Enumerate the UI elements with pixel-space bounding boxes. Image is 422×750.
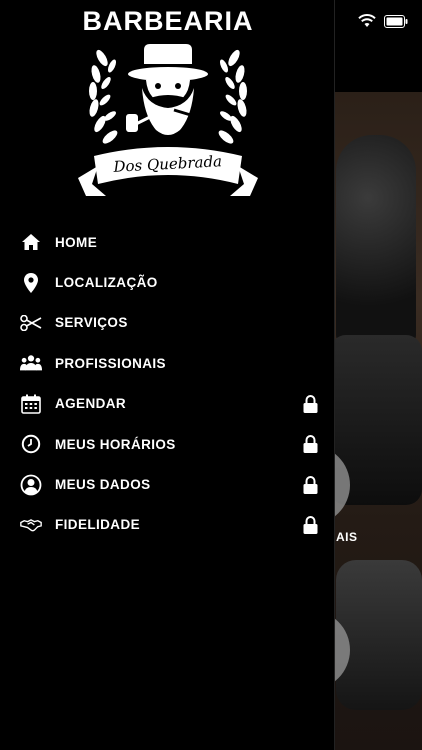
scissors-icon xyxy=(20,312,42,334)
background-photo-chair-lower xyxy=(336,560,422,710)
menu-item-label: HOME xyxy=(55,234,98,250)
menu-item-home[interactable]: HOME xyxy=(0,222,334,262)
lock-icon xyxy=(302,515,318,535)
brand-logo: BARBEARIA Dos Quebrada xyxy=(70,6,266,206)
calendar-icon xyxy=(20,393,42,415)
menu-item-profissionais[interactable]: PROFISSIONAIS xyxy=(0,343,334,383)
menu-item-label: LOCALIZAÇÃO xyxy=(55,275,158,291)
user-circle-icon xyxy=(20,474,42,496)
menu-item-fidelidade[interactable]: FIDELIDADE xyxy=(0,505,334,545)
menu-item-label: FIDELIDADE xyxy=(55,517,140,533)
background-photo-chair xyxy=(336,135,416,345)
location-pin-icon xyxy=(20,272,42,294)
menu-item-label: PROFISSIONAIS xyxy=(55,355,166,371)
people-icon xyxy=(20,352,42,374)
wifi-icon xyxy=(358,14,376,33)
lock-icon xyxy=(302,394,318,414)
navigation-drawer: BARBEARIA Dos Quebrada HOME LOCALIZAÇÃO … xyxy=(0,0,335,750)
menu-item-meus-dados[interactable]: MEUS DADOS xyxy=(0,464,334,504)
menu-item-servicos[interactable]: SERVIÇOS xyxy=(0,303,334,343)
handshake-icon xyxy=(20,514,42,536)
lock-icon xyxy=(302,434,318,454)
barber-mascot-icon: Dos Quebrada xyxy=(78,44,258,196)
menu-item-label: MEUS DADOS xyxy=(55,477,151,493)
clock-icon xyxy=(20,433,42,455)
menu-item-label: AGENDAR xyxy=(55,396,127,412)
battery-icon xyxy=(384,14,408,33)
menu-item-label: MEUS HORÁRIOS xyxy=(55,436,176,452)
background-partial-label: AIS xyxy=(336,530,358,544)
status-bar xyxy=(358,14,408,33)
home-icon xyxy=(20,231,42,253)
menu-item-meus-horarios[interactable]: MEUS HORÁRIOS xyxy=(0,424,334,464)
menu-item-label: SERVIÇOS xyxy=(55,315,128,331)
menu-item-localizacao[interactable]: LOCALIZAÇÃO xyxy=(0,262,334,302)
menu-item-agendar[interactable]: AGENDAR xyxy=(0,384,334,424)
lock-icon xyxy=(302,475,318,495)
drawer-menu: HOME LOCALIZAÇÃO SERVIÇOS PROFISSIONAIS … xyxy=(0,222,334,545)
